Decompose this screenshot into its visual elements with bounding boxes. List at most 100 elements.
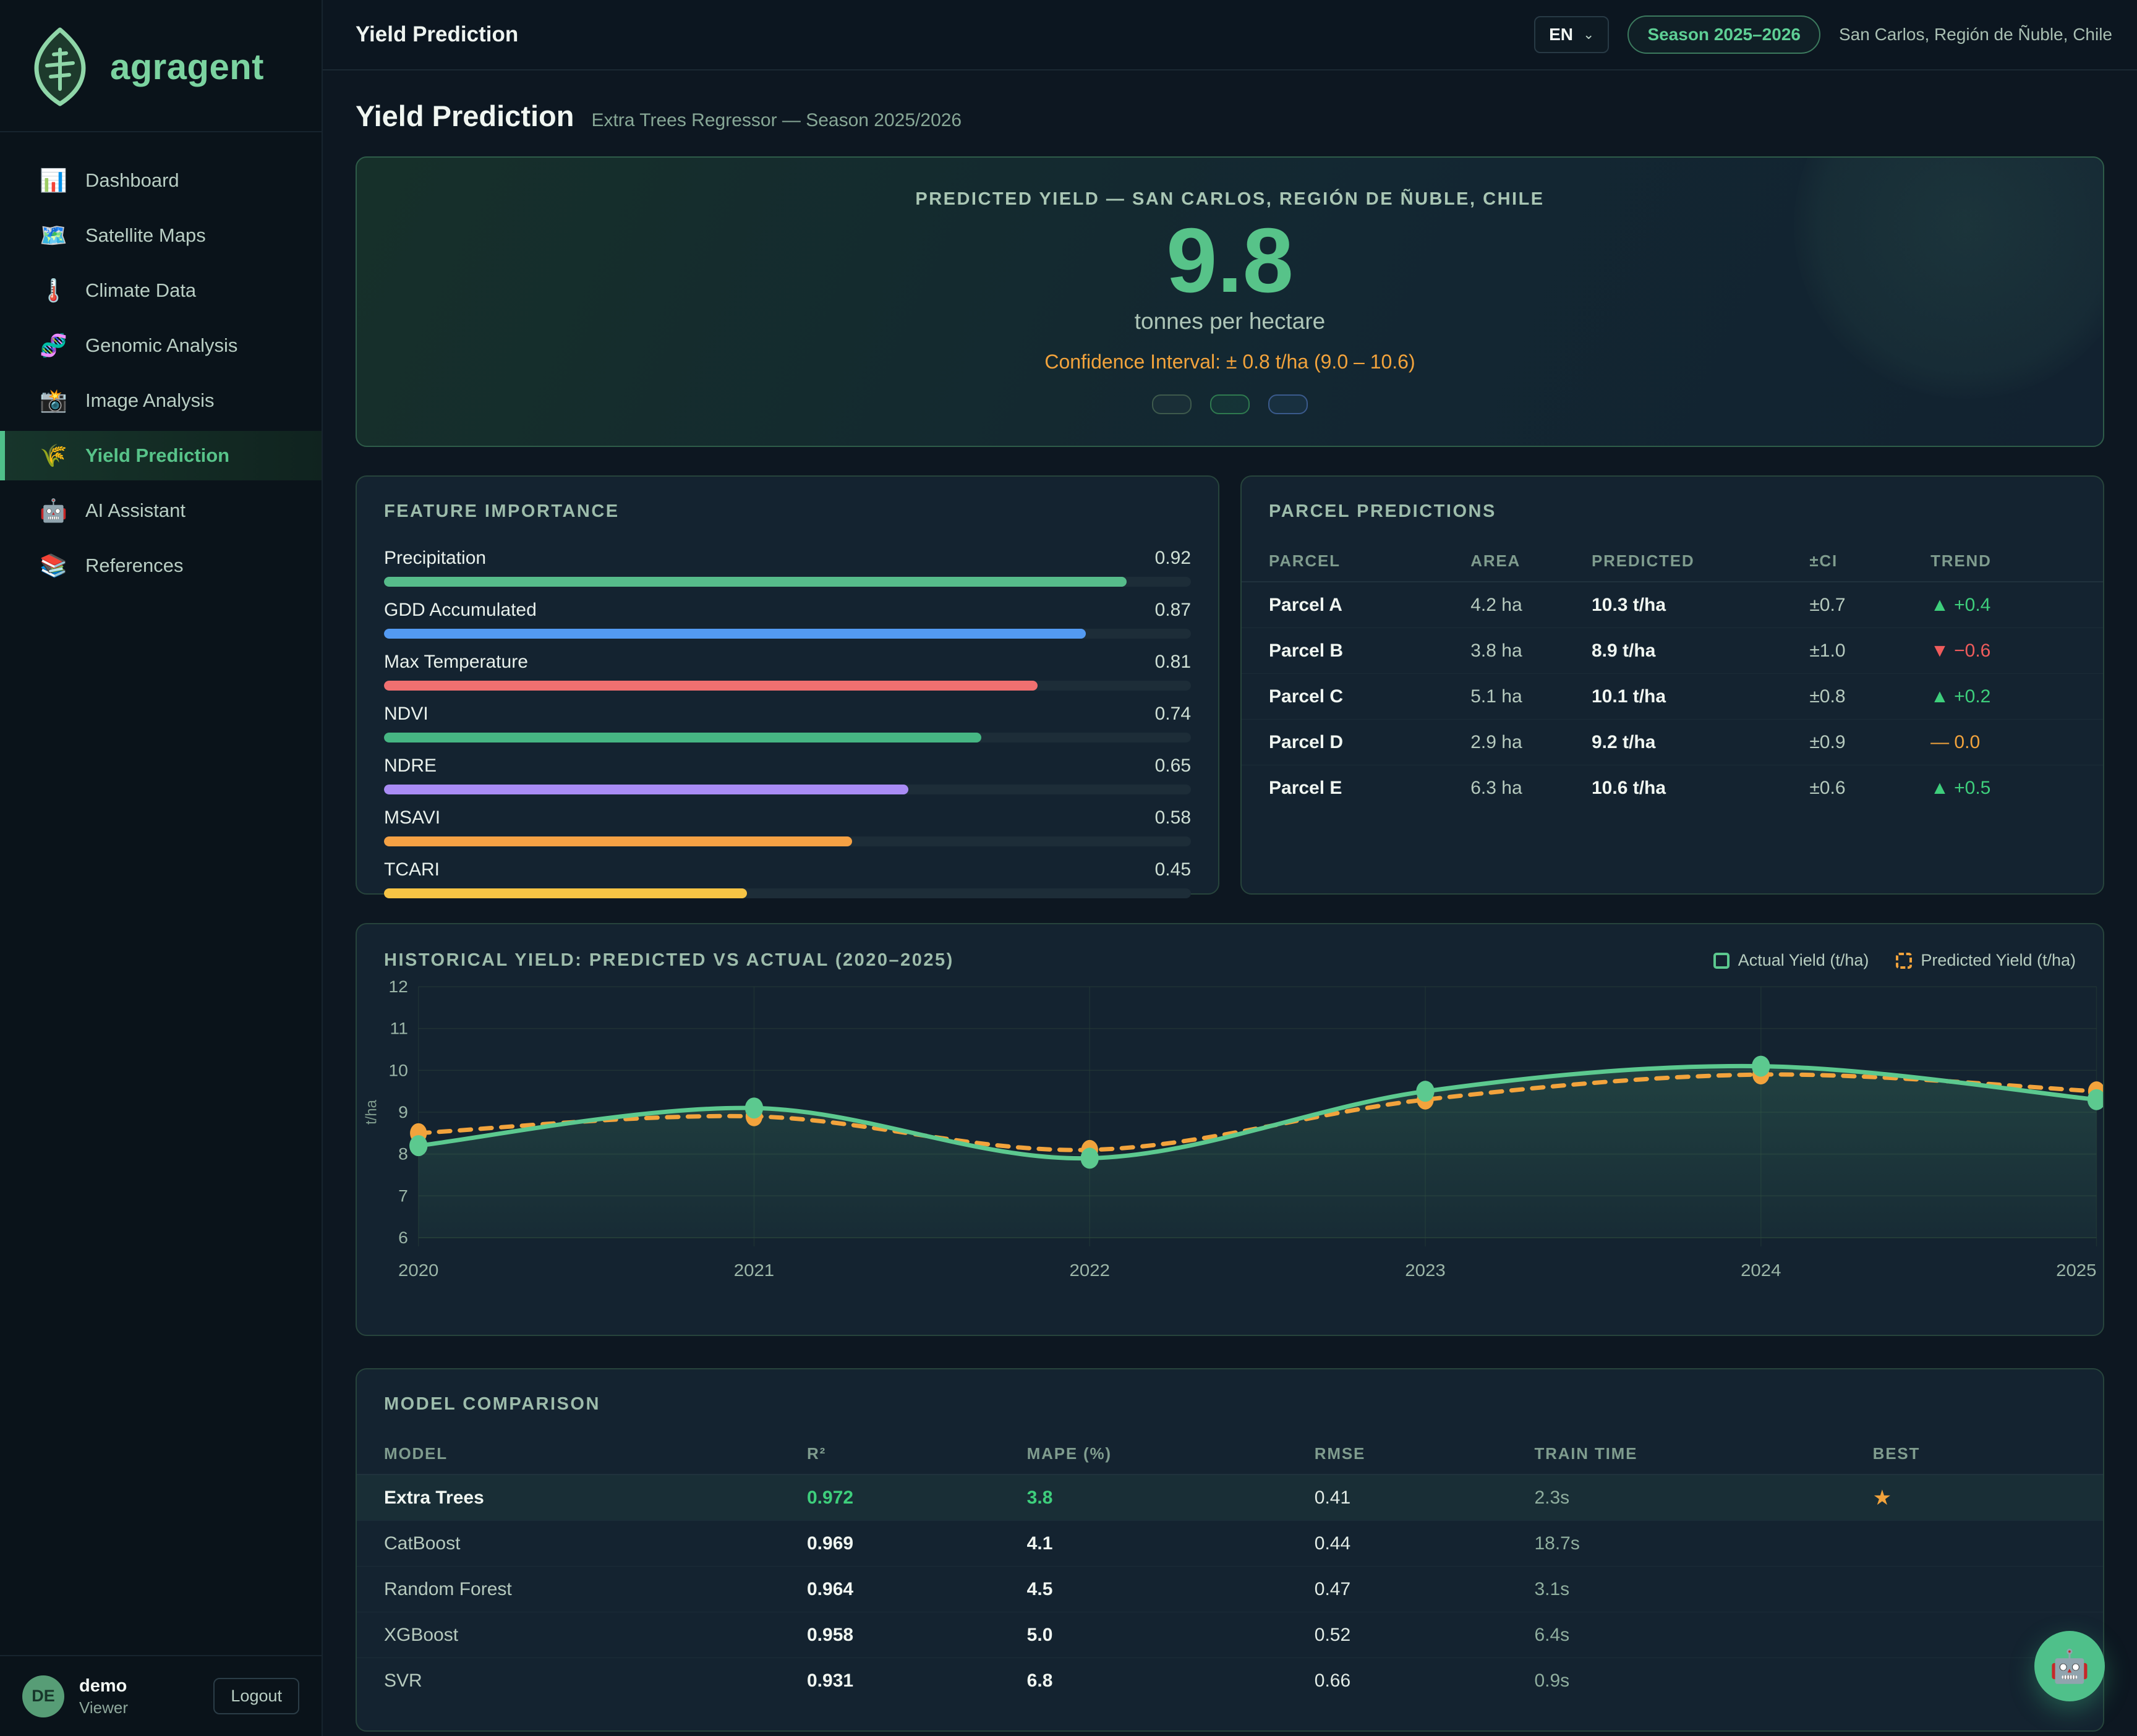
feature-label: TCARI	[384, 859, 440, 880]
sidebar-menu: 📊 Dashboard 🗺️ Satellite Maps 🌡️ Climate…	[0, 132, 322, 1655]
sidebar-item-icon: 🌾	[40, 443, 67, 469]
feature-bar-fill	[384, 785, 908, 794]
hero-label: PREDICTED YIELD — SAN CARLOS, REGIÓN DE …	[915, 189, 1544, 210]
sidebar-item-dashboard[interactable]: 📊 Dashboard	[0, 156, 322, 205]
svg-text:2021: 2021	[734, 1261, 774, 1280]
sidebar-item-label: Climate Data	[85, 279, 196, 302]
sidebar-item-icon: 📊	[40, 168, 67, 194]
parcel-ci: ±0.8	[1809, 686, 1930, 707]
model-r2: 0.958	[807, 1625, 1027, 1646]
model-comparison-card: MODEL COMPARISON MODEL R² MAPE (%) RMSE …	[356, 1368, 2104, 1732]
parcel-predicted: 10.1 t/ha	[1592, 686, 1809, 707]
feature-importance-title: FEATURE IMPORTANCE	[357, 501, 1218, 522]
sidebar-item-label: Genomic Analysis	[85, 334, 237, 357]
parcel-area: 3.8 ha	[1470, 640, 1592, 662]
sidebar-item-genomic-analysis[interactable]: 🧬 Genomic Analysis	[0, 321, 322, 370]
sidebar: agragent 📊 Dashboard 🗺️ Satellite Maps 🌡…	[0, 0, 323, 1736]
leaf-logo-icon	[28, 27, 92, 106]
feature-bar-track	[384, 629, 1191, 639]
svg-text:10: 10	[388, 1061, 408, 1079]
parcel-predicted: 9.2 t/ha	[1592, 732, 1809, 753]
svg-text:7: 7	[398, 1186, 408, 1205]
feature-row: MSAVI 0.58	[384, 807, 1191, 846]
feature-value: 0.45	[1155, 859, 1191, 880]
parcel-predicted: 10.3 t/ha	[1592, 595, 1809, 616]
page-subtitle: Extra Trees Regressor — Season 2025/2026	[591, 110, 962, 131]
feature-row: Max Temperature 0.81	[384, 652, 1191, 691]
sidebar-item-image-analysis[interactable]: 📸 Image Analysis	[0, 376, 322, 425]
model-table-body: Extra Trees 0.972 3.8 0.41 2.3s ★ CatBoo…	[357, 1475, 2103, 1704]
logout-button[interactable]: Logout	[213, 1678, 299, 1714]
predicted-yield-value: 9.8	[1166, 210, 1294, 312]
sidebar-item-icon: 📸	[40, 388, 67, 414]
sidebar-item-satellite-maps[interactable]: 🗺️ Satellite Maps	[0, 211, 322, 260]
svg-text:6: 6	[398, 1228, 408, 1247]
model-row: XGBoost 0.958 5.0 0.52 6.4s	[357, 1612, 2103, 1658]
feature-label: GDD Accumulated	[384, 600, 537, 621]
model-comparison-title: MODEL COMPARISON	[357, 1394, 2103, 1415]
svg-text:2023: 2023	[1405, 1261, 1445, 1280]
hero-badge	[1152, 394, 1192, 414]
language-value: EN	[1549, 25, 1573, 45]
parcel-row: Parcel D 2.9 ha 9.2 t/ha ±0.9 — 0.0	[1242, 720, 2103, 765]
user-name: demo	[79, 1675, 198, 1697]
parcel-ci: ±1.0	[1809, 640, 1930, 662]
parcel-area: 5.1 ha	[1470, 686, 1592, 707]
feature-label: Max Temperature	[384, 652, 528, 673]
sidebar-item-yield-prediction[interactable]: 🌾 Yield Prediction	[0, 431, 322, 480]
sidebar-item-climate-data[interactable]: 🌡️ Climate Data	[0, 266, 322, 315]
feature-bar-fill	[384, 888, 747, 898]
sidebar-item-label: Dashboard	[85, 169, 179, 192]
feature-value: 0.92	[1155, 548, 1191, 569]
feature-label: NDVI	[384, 704, 429, 725]
model-row: SVR 0.931 6.8 0.66 0.9s	[357, 1658, 2103, 1704]
model-rmse: 0.66	[1315, 1670, 1535, 1691]
model-name: Extra Trees	[384, 1487, 807, 1508]
parcel-name: Parcel B	[1269, 640, 1470, 662]
user-role: Viewer	[79, 1698, 198, 1718]
legend-label: Predicted Yield (t/ha)	[1921, 951, 2076, 970]
language-select[interactable]: EN ⌄	[1534, 16, 1609, 53]
sidebar-item-icon: 🧬	[40, 333, 67, 359]
model-best-star: ★	[1873, 1486, 2076, 1510]
feature-bar-track	[384, 785, 1191, 794]
sidebar-item-label: References	[85, 555, 184, 577]
parcel-name: Parcel D	[1269, 732, 1470, 753]
sidebar-item-ai-assistant[interactable]: 🤖 AI Assistant	[0, 486, 322, 535]
feature-bar-track	[384, 836, 1191, 846]
content: Yield Prediction Extra Trees Regressor —…	[323, 70, 2137, 1736]
parcel-name: Parcel E	[1269, 778, 1470, 799]
model-r2: 0.964	[807, 1579, 1027, 1600]
location-text: San Carlos, Región de Ñuble, Chile	[1839, 25, 2112, 45]
chart-title: HISTORICAL YIELD: PREDICTED VS ACTUAL (2…	[384, 950, 954, 971]
svg-text:2022: 2022	[1070, 1261, 1110, 1280]
user-block: DE demo Viewer Logout	[0, 1655, 322, 1736]
sidebar-item-label: Yield Prediction	[85, 445, 229, 467]
svg-text:t/ha: t/ha	[363, 1100, 380, 1125]
parcel-trend: — 0.0	[1930, 732, 2076, 753]
model-name: XGBoost	[384, 1625, 807, 1646]
feature-bar-track	[384, 681, 1191, 691]
confidence-interval: Confidence Interval: ± 0.8 t/ha (9.0 – 1…	[1044, 351, 1415, 373]
sidebar-item-references[interactable]: 📚 References	[0, 541, 322, 590]
sidebar-item-label: Image Analysis	[85, 389, 215, 412]
svg-text:2020: 2020	[398, 1261, 438, 1280]
topbar-title: Yield Prediction	[356, 22, 518, 47]
model-rmse: 0.47	[1315, 1579, 1535, 1600]
feature-value: 0.74	[1155, 704, 1191, 725]
main-column: Yield Prediction EN ⌄ Season 2025–2026 S…	[323, 0, 2137, 1736]
ai-assistant-fab[interactable]: 🤖	[2034, 1631, 2105, 1701]
parcel-predictions-card: PARCEL PREDICTIONS PARCEL AREA PREDICTED…	[1240, 475, 2104, 895]
parcel-ci: ±0.7	[1809, 595, 1930, 616]
robot-icon: 🤖	[2050, 1648, 2090, 1685]
model-table-header: MODEL R² MAPE (%) RMSE TRAIN TIME BEST	[357, 1433, 2103, 1475]
season-badge: Season 2025–2026	[1627, 15, 1820, 54]
feature-label: NDRE	[384, 755, 437, 777]
feature-value: 0.87	[1155, 600, 1191, 621]
model-train-time: 2.3s	[1534, 1487, 1872, 1508]
parcel-predictions-title: PARCEL PREDICTIONS	[1242, 501, 2103, 522]
parcel-table-header: PARCEL AREA PREDICTED ±CI TREND	[1242, 540, 2103, 582]
feature-importance-list: Precipitation 0.92 GDD Accumulated 0.87 …	[357, 548, 1218, 898]
feature-bar-track	[384, 577, 1191, 587]
model-row: CatBoost 0.969 4.1 0.44 18.7s	[357, 1521, 2103, 1567]
